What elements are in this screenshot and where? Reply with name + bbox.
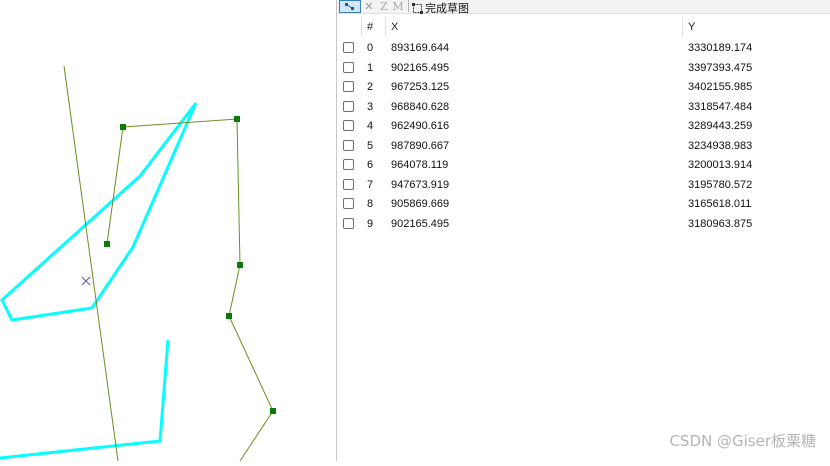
m-label: M	[392, 0, 404, 13]
row-x-value[interactable]: 968840.628	[391, 101, 449, 113]
vertex-handle[interactable]	[104, 241, 110, 247]
toolbar-separator	[408, 0, 409, 12]
table-row[interactable]: 2 967253.125 3402155.985	[337, 78, 830, 98]
table-row[interactable]: 9 902165.495 3180963.875	[337, 215, 830, 235]
row-index: 2	[367, 81, 374, 93]
row-index: 5	[367, 139, 374, 152]
row-checkbox[interactable]	[343, 139, 354, 151]
row-index: 9	[367, 217, 374, 230]
map-drawing	[0, 65, 276, 462]
map-canvas[interactable]	[0, 0, 336, 462]
row-x-value[interactable]: 902165.495	[391, 218, 449, 230]
row-x-value[interactable]: 987890.667	[391, 140, 449, 152]
row-checkbox[interactable]	[343, 178, 354, 190]
row-y-value[interactable]: 3402155.985	[688, 81, 752, 93]
finish-sketch-label: 完成草图	[425, 3, 469, 15]
z-label: Z	[380, 0, 388, 13]
row-checkbox[interactable]	[343, 100, 354, 112]
z-values-button[interactable]: Z	[377, 0, 391, 13]
table-row[interactable]: 6 964078.119 3200013.914	[337, 156, 830, 176]
table-row[interactable]: 4 962490.616 3289443.259	[337, 117, 830, 137]
row-x-value[interactable]: 967253.125	[391, 81, 449, 93]
row-index: 3	[367, 100, 374, 113]
finish-sketch-icon	[412, 2, 423, 14]
column-divider	[682, 17, 683, 37]
row-y-value[interactable]: 3289443.259	[688, 120, 752, 132]
sketch-toolbar: ✕ Z M 完成草图	[337, 0, 830, 16]
row-index: 6	[367, 159, 374, 171]
row-checkbox[interactable]	[343, 198, 354, 209]
vertex-table-header: # X Y	[337, 17, 830, 37]
vertex-handle[interactable]	[120, 124, 126, 130]
sketch-polyline	[106, 118, 274, 462]
table-row[interactable]: 0 893169.644 3330189.174	[337, 39, 830, 59]
row-x-value[interactable]: 905869.669	[391, 198, 449, 210]
row-x-value[interactable]: 893169.644	[391, 42, 449, 54]
header-index: #	[367, 21, 374, 33]
vertex-handle[interactable]	[226, 313, 232, 319]
vertex-table-body: 0 893169.644 3330189.174 1 902165.495 3397393…	[337, 39, 830, 234]
delete-vertex-button[interactable]: ✕	[361, 0, 377, 13]
column-divider	[385, 17, 386, 37]
row-index: 8	[367, 198, 374, 210]
edit-vertices-button[interactable]	[339, 0, 361, 13]
row-y-value[interactable]: 3397393.475	[688, 62, 752, 74]
row-y-value[interactable]: 3234938.983	[688, 140, 752, 152]
row-x-value[interactable]: 902165.495	[391, 62, 449, 74]
row-x-value[interactable]: 962490.616	[391, 120, 449, 132]
table-row[interactable]: 5 987890.667 3234938.983	[337, 137, 830, 157]
cursor-cross-icon	[81, 276, 91, 286]
row-checkbox[interactable]	[343, 42, 354, 53]
row-y-value[interactable]: 3318547.484	[688, 101, 752, 113]
row-y-value[interactable]: 3330189.174	[688, 42, 752, 54]
header-x[interactable]: X	[391, 21, 398, 33]
row-checkbox[interactable]	[343, 61, 354, 73]
row-checkbox[interactable]	[343, 159, 354, 170]
row-y-value[interactable]: 3165618.011	[688, 198, 751, 210]
row-index: 0	[367, 42, 374, 54]
table-row[interactable]: 8 905869.669 3165618.011	[337, 195, 830, 215]
reference-line	[63, 65, 119, 462]
edit-vertices-panel: ✕ Z M 完成草图 # X Y 0 893169.644 3330189.174 1…	[336, 0, 830, 461]
finish-sketch-button[interactable]: 完成草图	[412, 0, 469, 16]
table-row[interactable]: 3 968840.628 3318547.484	[337, 98, 830, 118]
row-y-value[interactable]: 3180963.875	[688, 218, 752, 230]
edit-vertices-icon	[345, 2, 354, 10]
row-x-value[interactable]: 964078.119	[391, 159, 448, 171]
row-y-value[interactable]: 3195780.572	[688, 179, 752, 191]
vertex-handle[interactable]	[270, 408, 276, 414]
row-y-value[interactable]: 3200013.914	[688, 159, 752, 171]
cyan-polygon-upper	[0, 102, 198, 322]
row-checkbox[interactable]	[343, 217, 354, 229]
header-y[interactable]: Y	[688, 21, 695, 33]
table-row[interactable]: 7 947673.919 3195780.572	[337, 176, 830, 196]
row-checkbox[interactable]	[343, 120, 354, 131]
row-index: 7	[367, 178, 374, 191]
row-checkbox[interactable]	[343, 81, 354, 92]
watermark: CSDN @Giser板栗糖	[669, 432, 816, 450]
cyan-polygon-lower	[0, 339, 170, 460]
row-index: 4	[367, 120, 374, 132]
sketch-vertices[interactable]	[104, 116, 276, 414]
row-index: 1	[367, 61, 374, 74]
column-divider	[361, 17, 362, 37]
vertex-handle[interactable]	[237, 262, 243, 268]
vertex-handle[interactable]	[234, 116, 240, 122]
m-values-button[interactable]: M	[391, 0, 405, 13]
row-x-value[interactable]: 947673.919	[391, 179, 449, 191]
table-row[interactable]: 1 902165.495 3397393.475	[337, 59, 830, 79]
delete-icon: ✕	[364, 1, 374, 13]
